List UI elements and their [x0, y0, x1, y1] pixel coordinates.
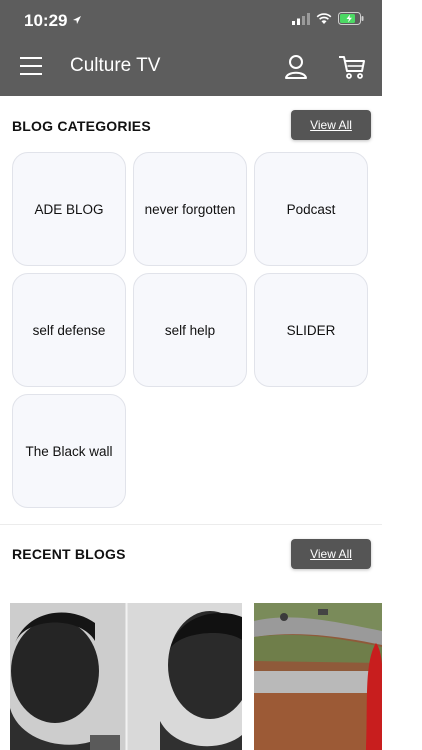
battery-icon [338, 12, 364, 25]
category-card-self-defense[interactable]: self defense [12, 273, 126, 387]
recent-blogs-heading: RECENT BLOGS [12, 546, 126, 562]
status-icons [292, 12, 364, 25]
app-screen: 10:29 Culture TV BLOG CATEGORIES View Al… [0, 0, 382, 750]
menu-icon[interactable] [20, 57, 42, 75]
categories-view-all-button[interactable]: View All [291, 110, 371, 140]
cellular-signal-icon [292, 12, 310, 25]
category-card-the-black-wall[interactable]: The Black wall [12, 394, 126, 508]
blog-card-1[interactable] [10, 603, 242, 750]
wifi-icon [316, 12, 332, 24]
category-card-slider[interactable]: SLIDER [254, 273, 368, 387]
category-card-ade-blog[interactable]: ADE BLOG [12, 152, 126, 266]
blog-thumbnail-image [254, 603, 382, 750]
blog-categories-heading: BLOG CATEGORIES [12, 118, 151, 134]
app-bar: Culture TV [0, 44, 382, 96]
header: 10:29 Culture TV [0, 0, 382, 96]
section-divider [0, 524, 382, 525]
category-card-podcast[interactable]: Podcast [254, 152, 368, 266]
status-time: 10:29 [24, 11, 68, 30]
blog-card-2[interactable] [254, 603, 382, 750]
category-card-self-help[interactable]: self help [133, 273, 247, 387]
blog-thumbnail-image [10, 603, 242, 750]
account-icon[interactable] [284, 54, 308, 80]
cart-icon[interactable] [338, 54, 366, 80]
location-arrow-icon [73, 16, 81, 24]
recent-view-all-button[interactable]: View All [291, 539, 371, 569]
category-card-never-forgotten[interactable]: never forgotten [133, 152, 247, 266]
app-title: Culture TV [70, 55, 161, 76]
